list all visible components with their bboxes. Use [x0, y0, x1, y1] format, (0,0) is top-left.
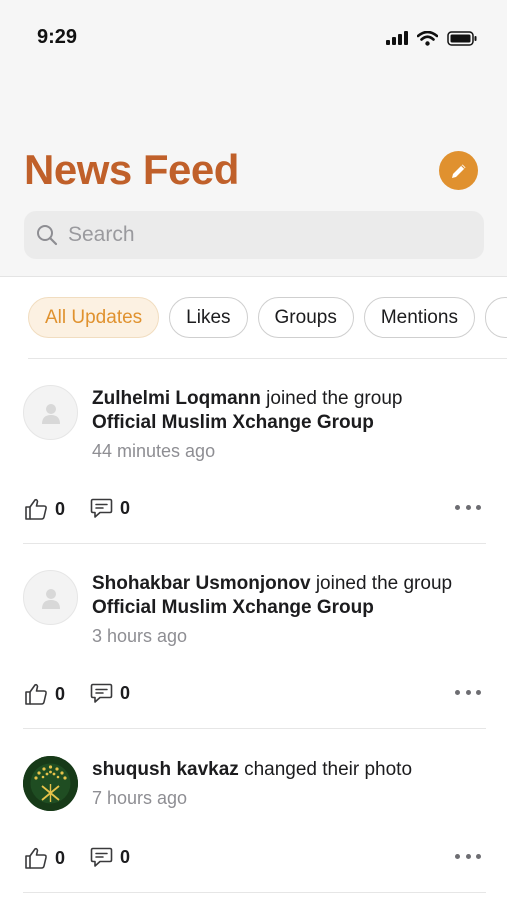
item-divider	[23, 543, 486, 544]
group-name[interactable]: Official Muslim Xchange Group	[92, 597, 374, 618]
filter-groups[interactable]: Groups	[257, 297, 354, 338]
pencil-icon	[451, 164, 465, 178]
thumbs-up-icon	[25, 683, 47, 705]
comment-icon	[90, 847, 113, 867]
thumbs-up-icon	[25, 498, 47, 520]
header-area: 9:29 News Feed	[0, 0, 507, 277]
filter-likes[interactable]: Likes	[169, 297, 248, 338]
like-button[interactable]: 0	[24, 683, 65, 705]
activity-verb: changed their photo	[244, 759, 413, 780]
comment-button[interactable]: 0	[90, 498, 130, 519]
avatar[interactable]	[23, 385, 78, 440]
signal-icon	[386, 31, 408, 45]
user-name[interactable]: Zulhelmi Loqmann	[92, 388, 261, 409]
filter-all-updates[interactable]: All Updates	[28, 297, 160, 338]
status-icons	[386, 28, 477, 48]
user-name[interactable]: Shohakbar Usmonjonov	[92, 573, 311, 594]
status-time: 9:29	[37, 26, 78, 48]
item-divider	[23, 892, 486, 893]
compose-button[interactable]	[439, 151, 478, 190]
more-icon	[455, 504, 460, 510]
like-button[interactable]: 0	[24, 498, 65, 520]
more-button[interactable]	[455, 847, 481, 865]
timestamp: 7 hours ago	[92, 788, 188, 808]
filter-mentions[interactable]: Mentions	[363, 297, 475, 338]
user-placeholder-icon	[41, 588, 60, 609]
profile-photo-icon	[23, 756, 78, 811]
filter-more-partial[interactable]	[484, 297, 507, 338]
status-bar: 9:29	[0, 0, 507, 72]
filter-tabs: All Updates Likes Groups Mentions	[28, 297, 507, 339]
avatar-photo[interactable]	[23, 756, 78, 811]
filter-divider	[28, 358, 507, 359]
search-icon	[37, 225, 58, 246]
more-icon	[455, 689, 460, 695]
like-count: 0	[55, 683, 66, 704]
avatar[interactable]	[23, 570, 78, 625]
timestamp: 3 hours ago	[92, 626, 188, 646]
user-name[interactable]: shuqush kavkaz	[92, 759, 239, 780]
like-count: 0	[55, 498, 66, 519]
page-title: News Feed	[24, 146, 239, 193]
group-name[interactable]: Official Muslim Xchange Group	[92, 412, 374, 433]
like-button[interactable]: 0	[24, 847, 65, 869]
comment-icon	[90, 683, 113, 703]
thumbs-up-icon	[25, 847, 47, 869]
comment-count: 0	[120, 847, 131, 867]
comment-count: 0	[120, 498, 131, 518]
timestamp: 44 minutes ago	[92, 441, 216, 461]
more-button[interactable]	[455, 683, 481, 701]
comment-count: 0	[120, 683, 131, 703]
comment-icon	[90, 498, 113, 518]
activity-text: shuqush kavkaz changed their photo	[92, 758, 492, 782]
search-box[interactable]	[24, 211, 484, 259]
activity-text: Zulhelmi Loqmann joined the group Offici…	[92, 387, 492, 435]
more-icon	[455, 853, 460, 859]
search-input[interactable]	[68, 223, 448, 247]
wifi-icon	[417, 30, 438, 46]
user-placeholder-icon	[41, 403, 60, 424]
battery-icon	[447, 30, 477, 46]
item-divider	[23, 728, 486, 729]
comment-button[interactable]: 0	[90, 683, 130, 704]
activity-text: Shohakbar Usmonjonov joined the group Of…	[92, 572, 492, 620]
activity-verb: joined the group	[266, 388, 403, 409]
like-count: 0	[55, 847, 66, 868]
comment-button[interactable]: 0	[90, 847, 130, 868]
more-button[interactable]	[455, 498, 481, 516]
activity-verb: joined the group	[315, 573, 453, 594]
